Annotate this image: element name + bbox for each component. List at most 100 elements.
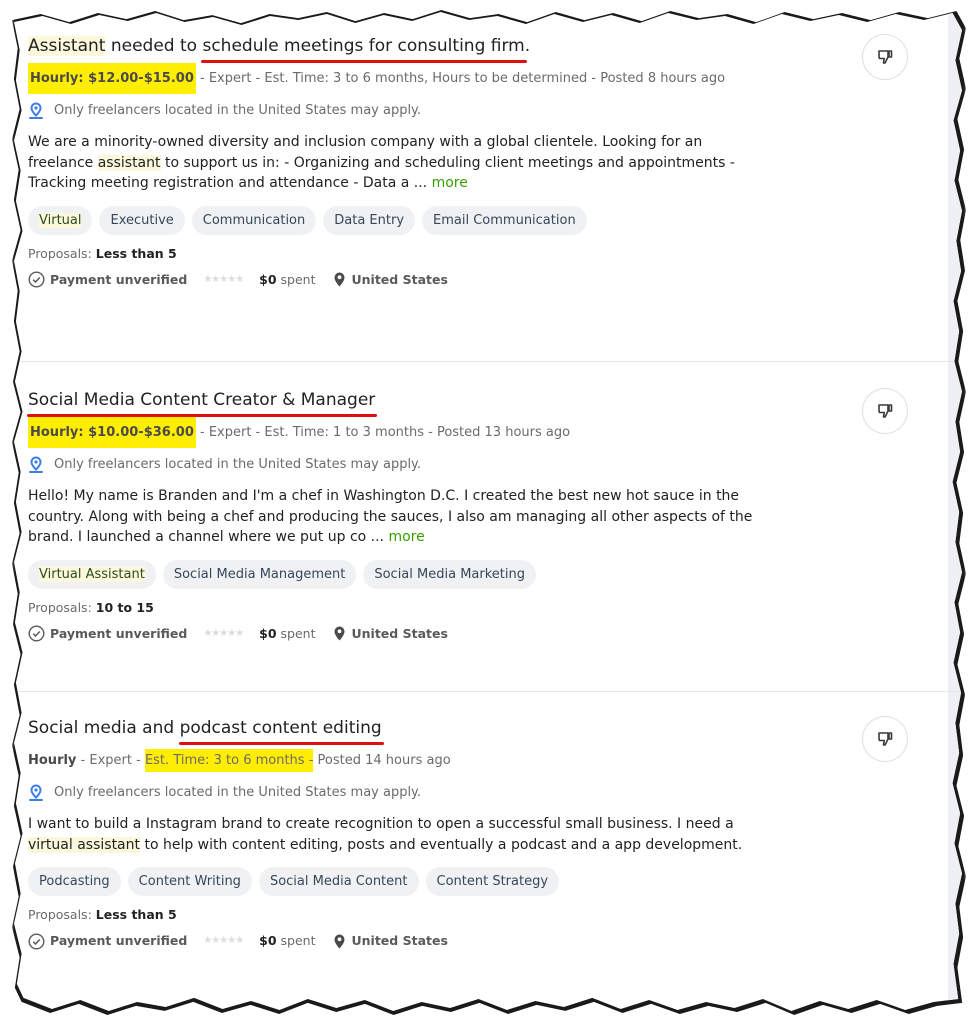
client-country: United States (334, 271, 448, 289)
job-description: Hello! My name is Branden and I'm a chef… (28, 486, 768, 548)
proposals-label: Proposals: (28, 245, 96, 261)
client-rating-stars: ★★★★★ (203, 273, 244, 285)
proposals-label: Proposals: (28, 599, 96, 615)
skills-list: Podcasting Content Writing Social Media … (28, 867, 962, 896)
skill-tag[interactable]: Virtual Assistant (28, 559, 156, 589)
location-restriction: Only freelancers located in the United S… (28, 784, 962, 802)
skill-tag[interactable]: Social Media Management (162, 559, 357, 589)
description-text: to help with content editing, posts and … (140, 836, 743, 853)
hourly-rate: Hourly: $10.00-$36.00 (28, 417, 196, 448)
job-description: I want to build a Instagram brand to cre… (28, 814, 768, 855)
location-restriction-text: Only freelancers located in the United S… (54, 103, 422, 118)
skill-tag[interactable]: Social Media Content (258, 867, 419, 896)
title-red-underline: Social Media Content Creator & Manager (26, 390, 378, 417)
job-meta-details: - Expert - (76, 753, 145, 768)
skills-list: Virtual Executive Communication Data Ent… (28, 205, 962, 235)
job-meta-details: - Expert - Est. Time: 1 to 3 months - Po… (195, 425, 571, 440)
not-interested-button[interactable] (862, 34, 908, 80)
skill-tag[interactable]: Virtual (28, 205, 93, 235)
job-card[interactable]: Social Media Content Creator & Manager H… (14, 362, 962, 692)
payment-status: Payment unverified (50, 933, 188, 948)
job-meta-details: - Expert - Est. Time: 3 to 6 months, Hou… (195, 71, 726, 86)
location-restriction-text: Only freelancers located in the United S… (54, 457, 422, 472)
title-red-underline: schedule meetings for consulting firm (201, 36, 528, 63)
client-rating-stars: ★★★★★ (203, 627, 244, 639)
description-text: I want to build a Instagram brand to cre… (28, 816, 734, 832)
job-title[interactable]: Assistant needed to schedule meetings fo… (28, 34, 531, 63)
thumbs-down-icon (878, 50, 893, 64)
skill-tag[interactable]: Social Media Marketing (363, 559, 536, 589)
proposals-value: 10 to 15 (95, 599, 154, 615)
location-restriction: Only freelancers located in the United S… (28, 102, 962, 120)
proposals-count: Proposals: Less than 5 (28, 906, 962, 924)
skill-tag[interactable]: Data Entry (323, 205, 416, 235)
payment-status: Payment unverified (50, 625, 188, 641)
payment-status: Payment unverified (50, 271, 188, 287)
spent-amount: $0 (259, 625, 277, 641)
job-meta: Hourly - Expert - Est. Time: 3 to 6 mont… (28, 749, 748, 772)
client-spent: $0 spent (259, 271, 315, 289)
description-keyword-highlight: virtual assistant (28, 836, 140, 853)
not-interested-button[interactable] (862, 716, 908, 762)
hourly-rate: Hourly (28, 753, 77, 768)
job-description: We are a minority-owned diversity and in… (28, 132, 768, 194)
client-spent: $0 spent (259, 625, 315, 643)
proposals-count: Proposals: Less than 5 (28, 245, 962, 263)
map-marker-icon (334, 626, 344, 641)
skill-tag[interactable]: Content Strategy (425, 867, 560, 896)
client-country-name: United States (351, 271, 448, 287)
description-keyword-highlight: assistant (97, 154, 161, 171)
spent-amount: $0 (259, 271, 277, 287)
hourly-rate: Hourly: $12.00-$15.00 (28, 63, 196, 94)
job-feed: Assistant needed to schedule meetings fo… (14, 12, 962, 1011)
spent-label: spent (276, 271, 316, 287)
client-country-name: United States (351, 625, 448, 641)
location-pin-icon (29, 456, 43, 473)
location-pin-icon (29, 102, 43, 119)
client-rating-stars: ★★★★★ (203, 935, 244, 946)
location-pin-icon (29, 784, 43, 801)
proposals-label: Proposals: (28, 907, 96, 922)
more-link[interactable]: more (432, 175, 468, 191)
client-info: Payment unverified ★★★★★ $0 spent United… (28, 932, 962, 950)
skill-tag[interactable]: Executive (99, 205, 185, 235)
title-text: needed to (105, 36, 203, 56)
job-title[interactable]: Social media and podcast content editing (28, 716, 384, 745)
skill-tag[interactable]: Email Communication (422, 205, 587, 235)
not-interested-button[interactable] (862, 388, 908, 434)
client-country: United States (334, 625, 448, 643)
job-title[interactable]: Social Media Content Creator & Manager (26, 388, 378, 417)
job-card[interactable]: Assistant needed to schedule meetings fo… (14, 12, 962, 362)
map-marker-icon (334, 934, 344, 948)
proposals-count: Proposals: 10 to 15 (28, 599, 962, 617)
spent-amount: $0 (259, 933, 277, 948)
payment-check-icon (28, 271, 45, 288)
skill-tag-label: Virtual (39, 212, 82, 228)
payment-check-icon (28, 932, 45, 950)
title-text: . (524, 36, 531, 56)
spent-label: spent (276, 625, 316, 641)
client-info: Payment unverified ★★★★★ $0 spent United… (28, 625, 962, 643)
client-country: United States (334, 932, 448, 950)
map-marker-icon (334, 272, 344, 287)
job-meta: Hourly: $12.00-$15.00 - Expert - Est. Ti… (28, 63, 748, 94)
est-time-highlight: Est. Time: 3 to 6 months - (144, 749, 314, 772)
thumbs-down-icon (878, 404, 893, 418)
job-card[interactable]: Social media and podcast content editing… (14, 692, 962, 1011)
skill-tag-label: Virtual Assistant (39, 566, 145, 582)
job-meta: Hourly: $10.00-$36.00 - Expert - Est. Ti… (28, 417, 748, 448)
payment-check-icon (28, 625, 45, 642)
posted-time: Posted 14 hours ago (313, 753, 451, 768)
thumbs-down-icon (878, 732, 893, 746)
title-text: Social media and (28, 718, 180, 738)
location-restriction: Only freelancers located in the United S… (28, 456, 962, 474)
more-link[interactable]: more (388, 529, 424, 545)
proposals-value: Less than 5 (95, 907, 177, 922)
skills-list: Virtual Assistant Social Media Managemen… (28, 559, 962, 589)
skill-tag[interactable]: Podcasting (28, 867, 121, 896)
skill-tag[interactable]: Communication (191, 205, 317, 235)
title-keyword-highlight: Assistant (28, 36, 106, 56)
client-info: Payment unverified ★★★★★ $0 spent United… (28, 271, 962, 289)
proposals-value: Less than 5 (95, 245, 177, 261)
skill-tag[interactable]: Content Writing (127, 867, 252, 896)
